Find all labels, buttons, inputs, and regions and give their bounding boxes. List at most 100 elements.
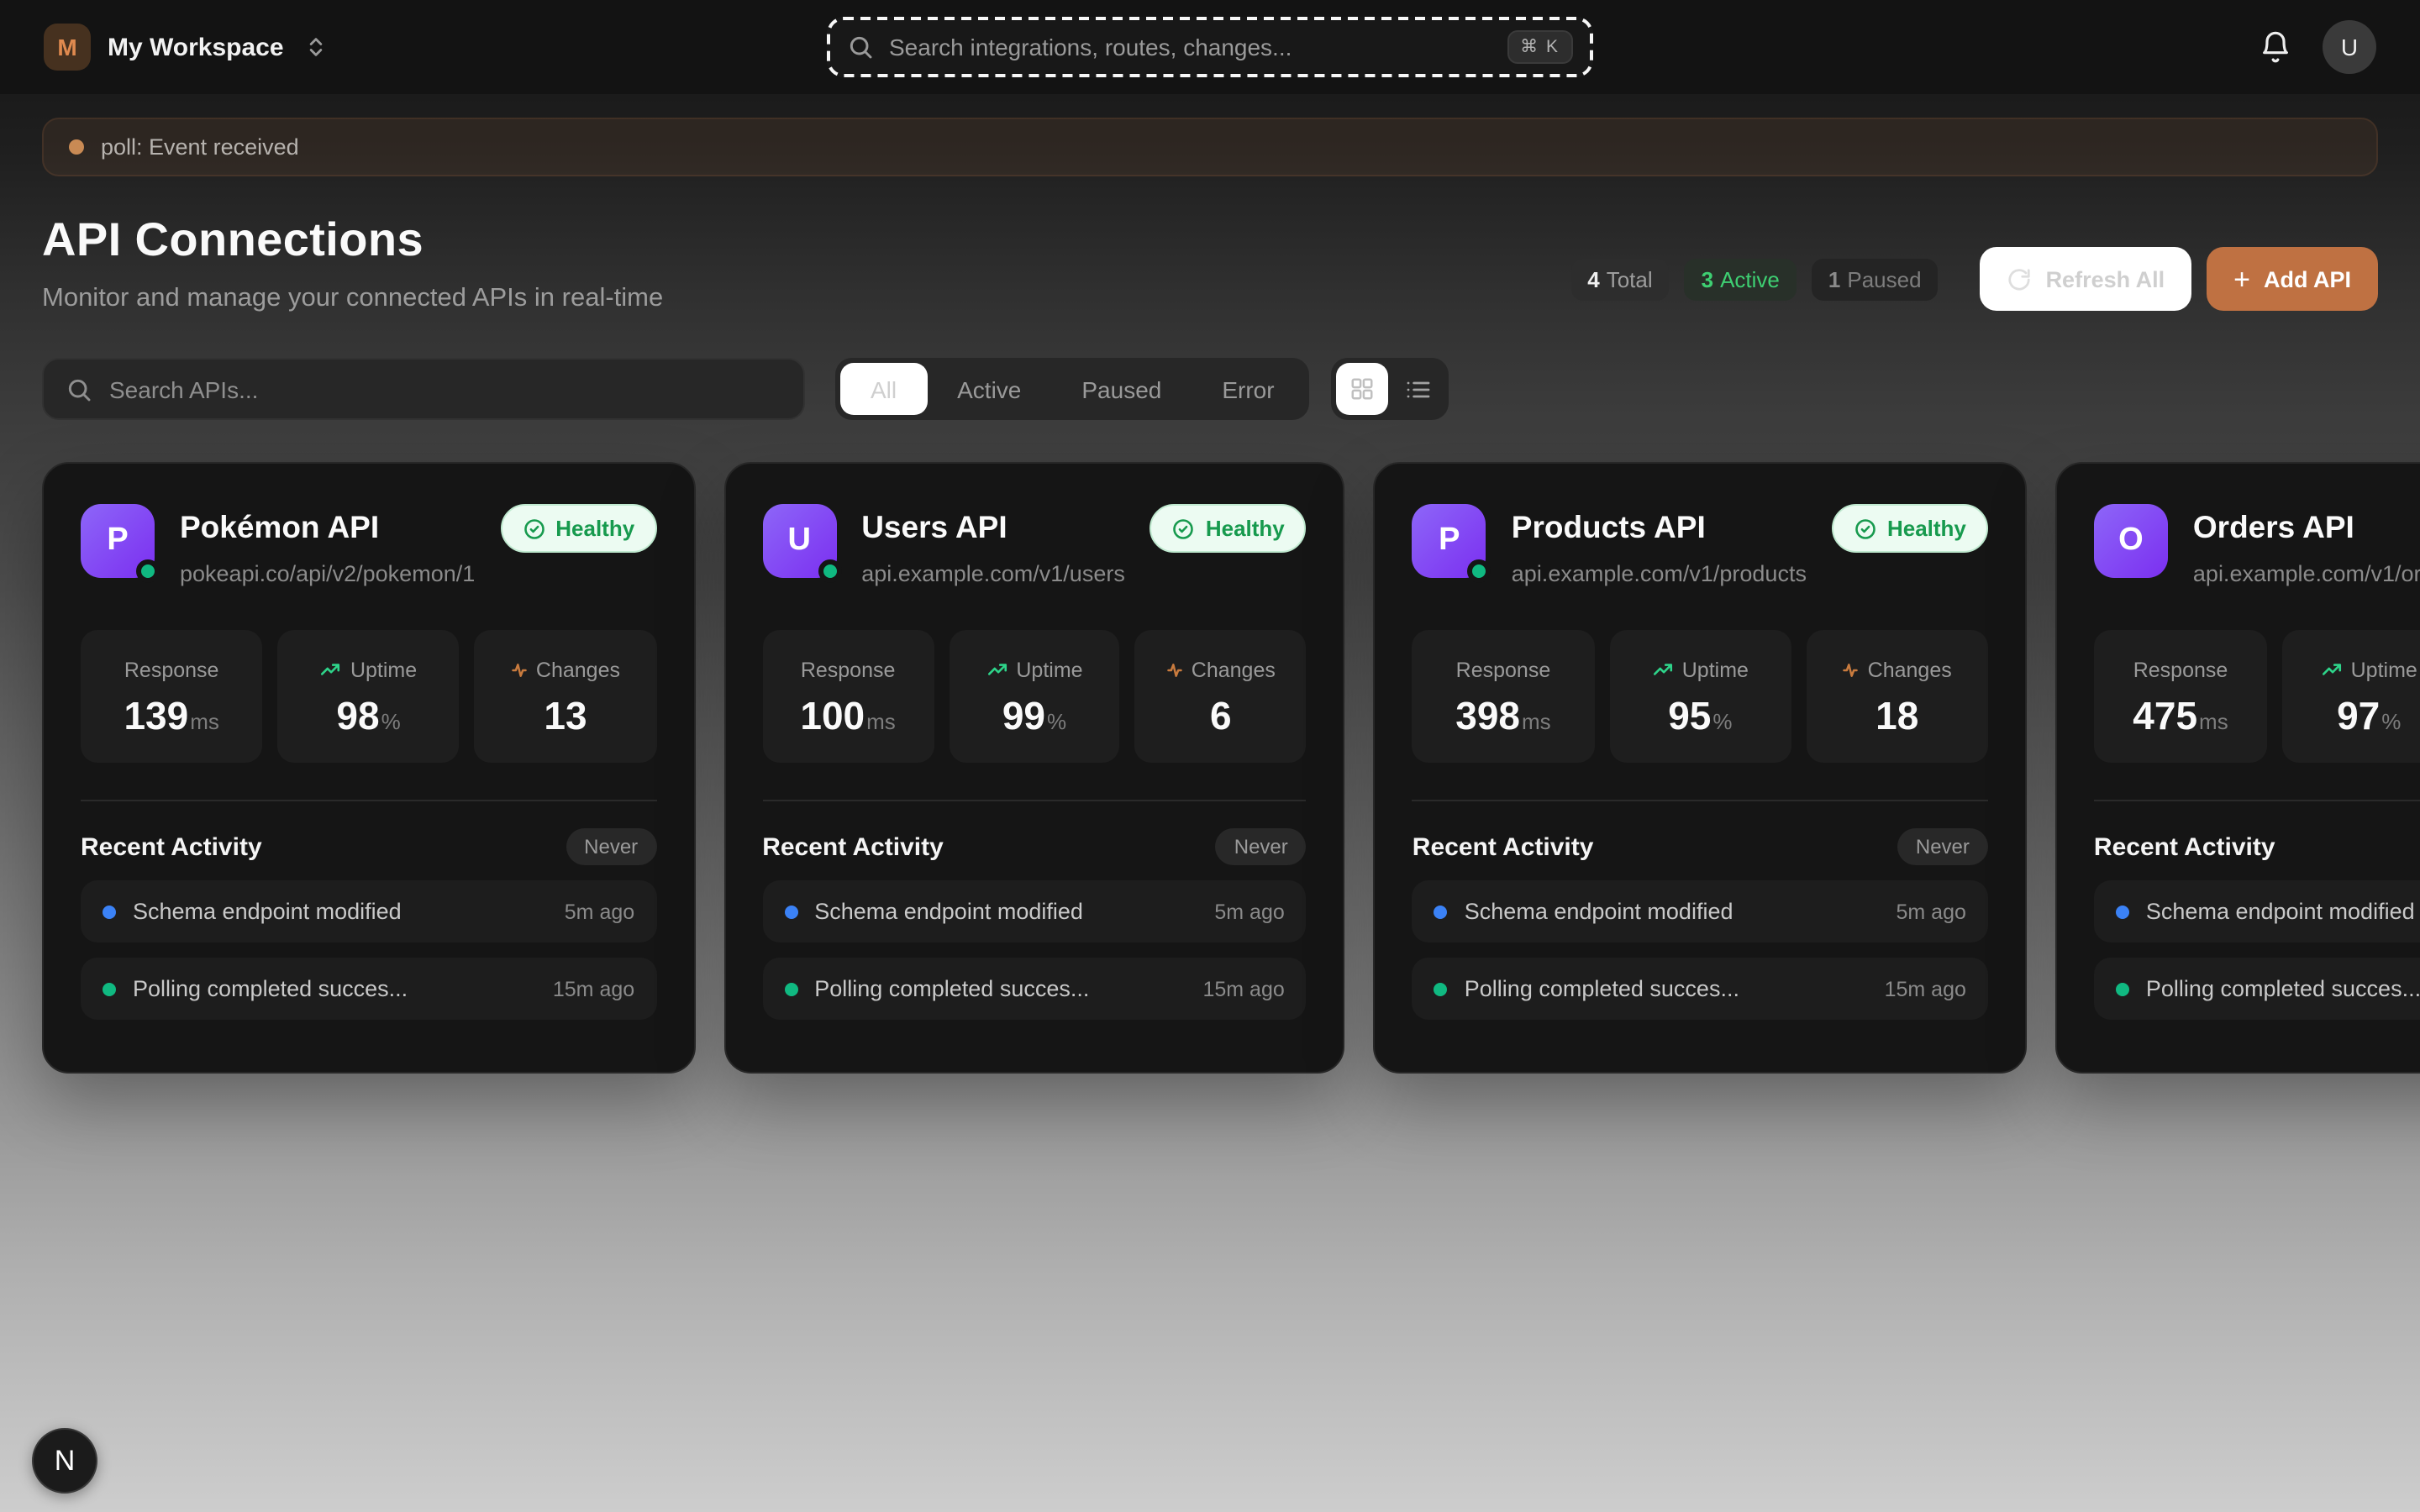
top-bar: M My Workspace Search integrations, rout… [0,0,2420,94]
stat-response: Response 398ms [1413,630,1594,763]
grid-view-button[interactable] [1337,363,1389,415]
tab-error[interactable]: Error [1192,363,1304,415]
activity-item[interactable]: Polling completed succes... 15m ago [762,958,1307,1020]
activity-title: Recent Activity [2094,832,2275,861]
stat-changes: Changes 18 [1807,630,1988,763]
search-apis-placeholder: Search APIs... [109,375,258,402]
workspace-logo: M [44,24,91,71]
plus-icon: + [2233,265,2250,293]
activity-title: Recent Activity [1413,832,1594,861]
activity-icon [1843,661,1860,678]
page-subtitle: Monitor and manage your connected APIs i… [42,284,663,314]
stat-changes: Changes 6 [1135,630,1307,763]
activity-item[interactable]: Polling completed succes... 15m ago [1413,958,1988,1020]
workspace-switcher[interactable]: M My Workspace [44,24,328,71]
activity-item[interactable]: Schema endpoint modified 5m ago [1413,880,1988,942]
filter-toolbar: Search APIs... All Active Paused Error [42,358,2378,420]
last-sync-badge: Never [1216,828,1307,865]
page-title: API Connections [42,213,663,267]
api-avatar: U [762,504,836,578]
last-sync-badge: Never [1897,828,1988,865]
tab-all[interactable]: All [840,363,927,415]
trending-up-icon [986,659,1007,680]
api-name: Users API [861,509,1125,546]
stat-response: Response 100ms [762,630,934,763]
list-icon [1405,375,1432,402]
api-avatar: P [1413,504,1486,578]
stat-uptime: Uptime 95% [1609,630,1791,763]
refresh-icon [2007,266,2033,291]
status-badge-healthy: Healthy [1150,504,1307,553]
paused-count-badge: 1Paused [1812,258,1939,300]
check-circle-icon [522,517,545,540]
api-card-orders[interactable]: O Orders API api.example.com/v1/orders P… [2055,462,2420,1074]
online-status-dot [1468,559,1491,583]
api-url: api.example.com/v1/users [861,561,1125,586]
poll-event-dot [1434,982,1448,995]
chevrons-up-down-icon [304,35,328,59]
active-count-badge: 3Active [1685,258,1797,300]
activity-item[interactable]: Polling completed succes... 15m ago [81,958,656,1020]
activity-item[interactable]: Polling completed succes... 15m ago [2094,958,2420,1020]
list-view-button[interactable] [1392,363,1444,415]
api-name: Orders API [2193,509,2420,546]
trending-up-icon [1652,659,1674,680]
api-avatar: O [2094,504,2168,578]
api-name: Pokémon API [180,509,475,546]
online-status-dot [818,559,841,583]
event-dot-icon [69,139,84,155]
event-banner-text: poll: Event received [101,134,299,160]
tab-active[interactable]: Active [927,363,1051,415]
stat-changes: Changes 13 [475,630,656,763]
status-filter-tabs: All Active Paused Error [835,358,1310,420]
keyboard-shortcut-badge: ⌘ K [1507,30,1573,64]
search-icon [66,375,92,402]
activity-item[interactable]: Schema endpoint modified 5m ago [2094,880,2420,942]
activity-icon [1166,661,1183,678]
activity-title: Recent Activity [762,832,944,861]
api-avatar: P [81,504,155,578]
tab-paused[interactable]: Paused [1051,363,1192,415]
api-card-products[interactable]: P Products API api.example.com/v1/produc… [1374,462,2027,1074]
status-badge-healthy: Healthy [1832,504,1988,553]
activity-item[interactable]: Schema endpoint modified 5m ago [762,880,1307,942]
search-icon [847,34,874,60]
api-url: pokeapi.co/api/v2/pokemon/1 [180,561,475,586]
avatar[interactable]: U [2323,20,2376,74]
bell-icon[interactable] [2259,30,2292,64]
search-apis-input[interactable]: Search APIs... [42,358,805,420]
stat-response: Response 139ms [81,630,262,763]
schema-event-dot [2116,905,2129,918]
activity-item[interactable]: Schema endpoint modified 5m ago [81,880,656,942]
stat-uptime: Uptime 97% [2282,630,2420,763]
page-header: API Connections Monitor and manage your … [42,213,2378,314]
divider [81,800,656,801]
refresh-all-button[interactable]: Refresh All [1981,247,2192,311]
global-search-placeholder: Search integrations, routes, changes... [889,34,1491,60]
api-card-pokemon[interactable]: P Pokémon API pokeapi.co/api/v2/pokemon/… [42,462,695,1074]
poll-event-dot [784,982,797,995]
api-url: api.example.com/v1/orders [2193,561,2420,586]
api-name: Products API [1512,509,1807,546]
api-url: api.example.com/v1/products [1512,561,1807,586]
api-card-grid: P Pokémon API pokeapi.co/api/v2/pokemon/… [42,462,2378,1074]
trending-up-icon [320,659,342,680]
global-search-input[interactable]: Search integrations, routes, changes... … [827,17,1593,77]
trending-up-icon [2321,659,2343,680]
online-status-dot [136,559,160,583]
nextjs-dev-button[interactable]: N [32,1428,97,1494]
poll-event-dot [2116,982,2129,995]
schema-event-dot [1434,905,1448,918]
stat-uptime: Uptime 99% [949,630,1120,763]
divider [1413,800,1988,801]
app: M My Workspace Search integrations, rout… [0,0,2420,1512]
event-banner: poll: Event received [42,118,2378,176]
check-circle-icon [1854,517,1877,540]
divider [762,800,1307,801]
workspace-name: My Workspace [108,33,284,61]
schema-event-dot [784,905,797,918]
check-circle-icon [1172,517,1196,540]
api-card-users[interactable]: U Users API api.example.com/v1/users Hea… [723,462,1345,1074]
add-api-button[interactable]: + Add API [2207,247,2378,311]
status-badge-healthy: Healthy [500,504,656,553]
